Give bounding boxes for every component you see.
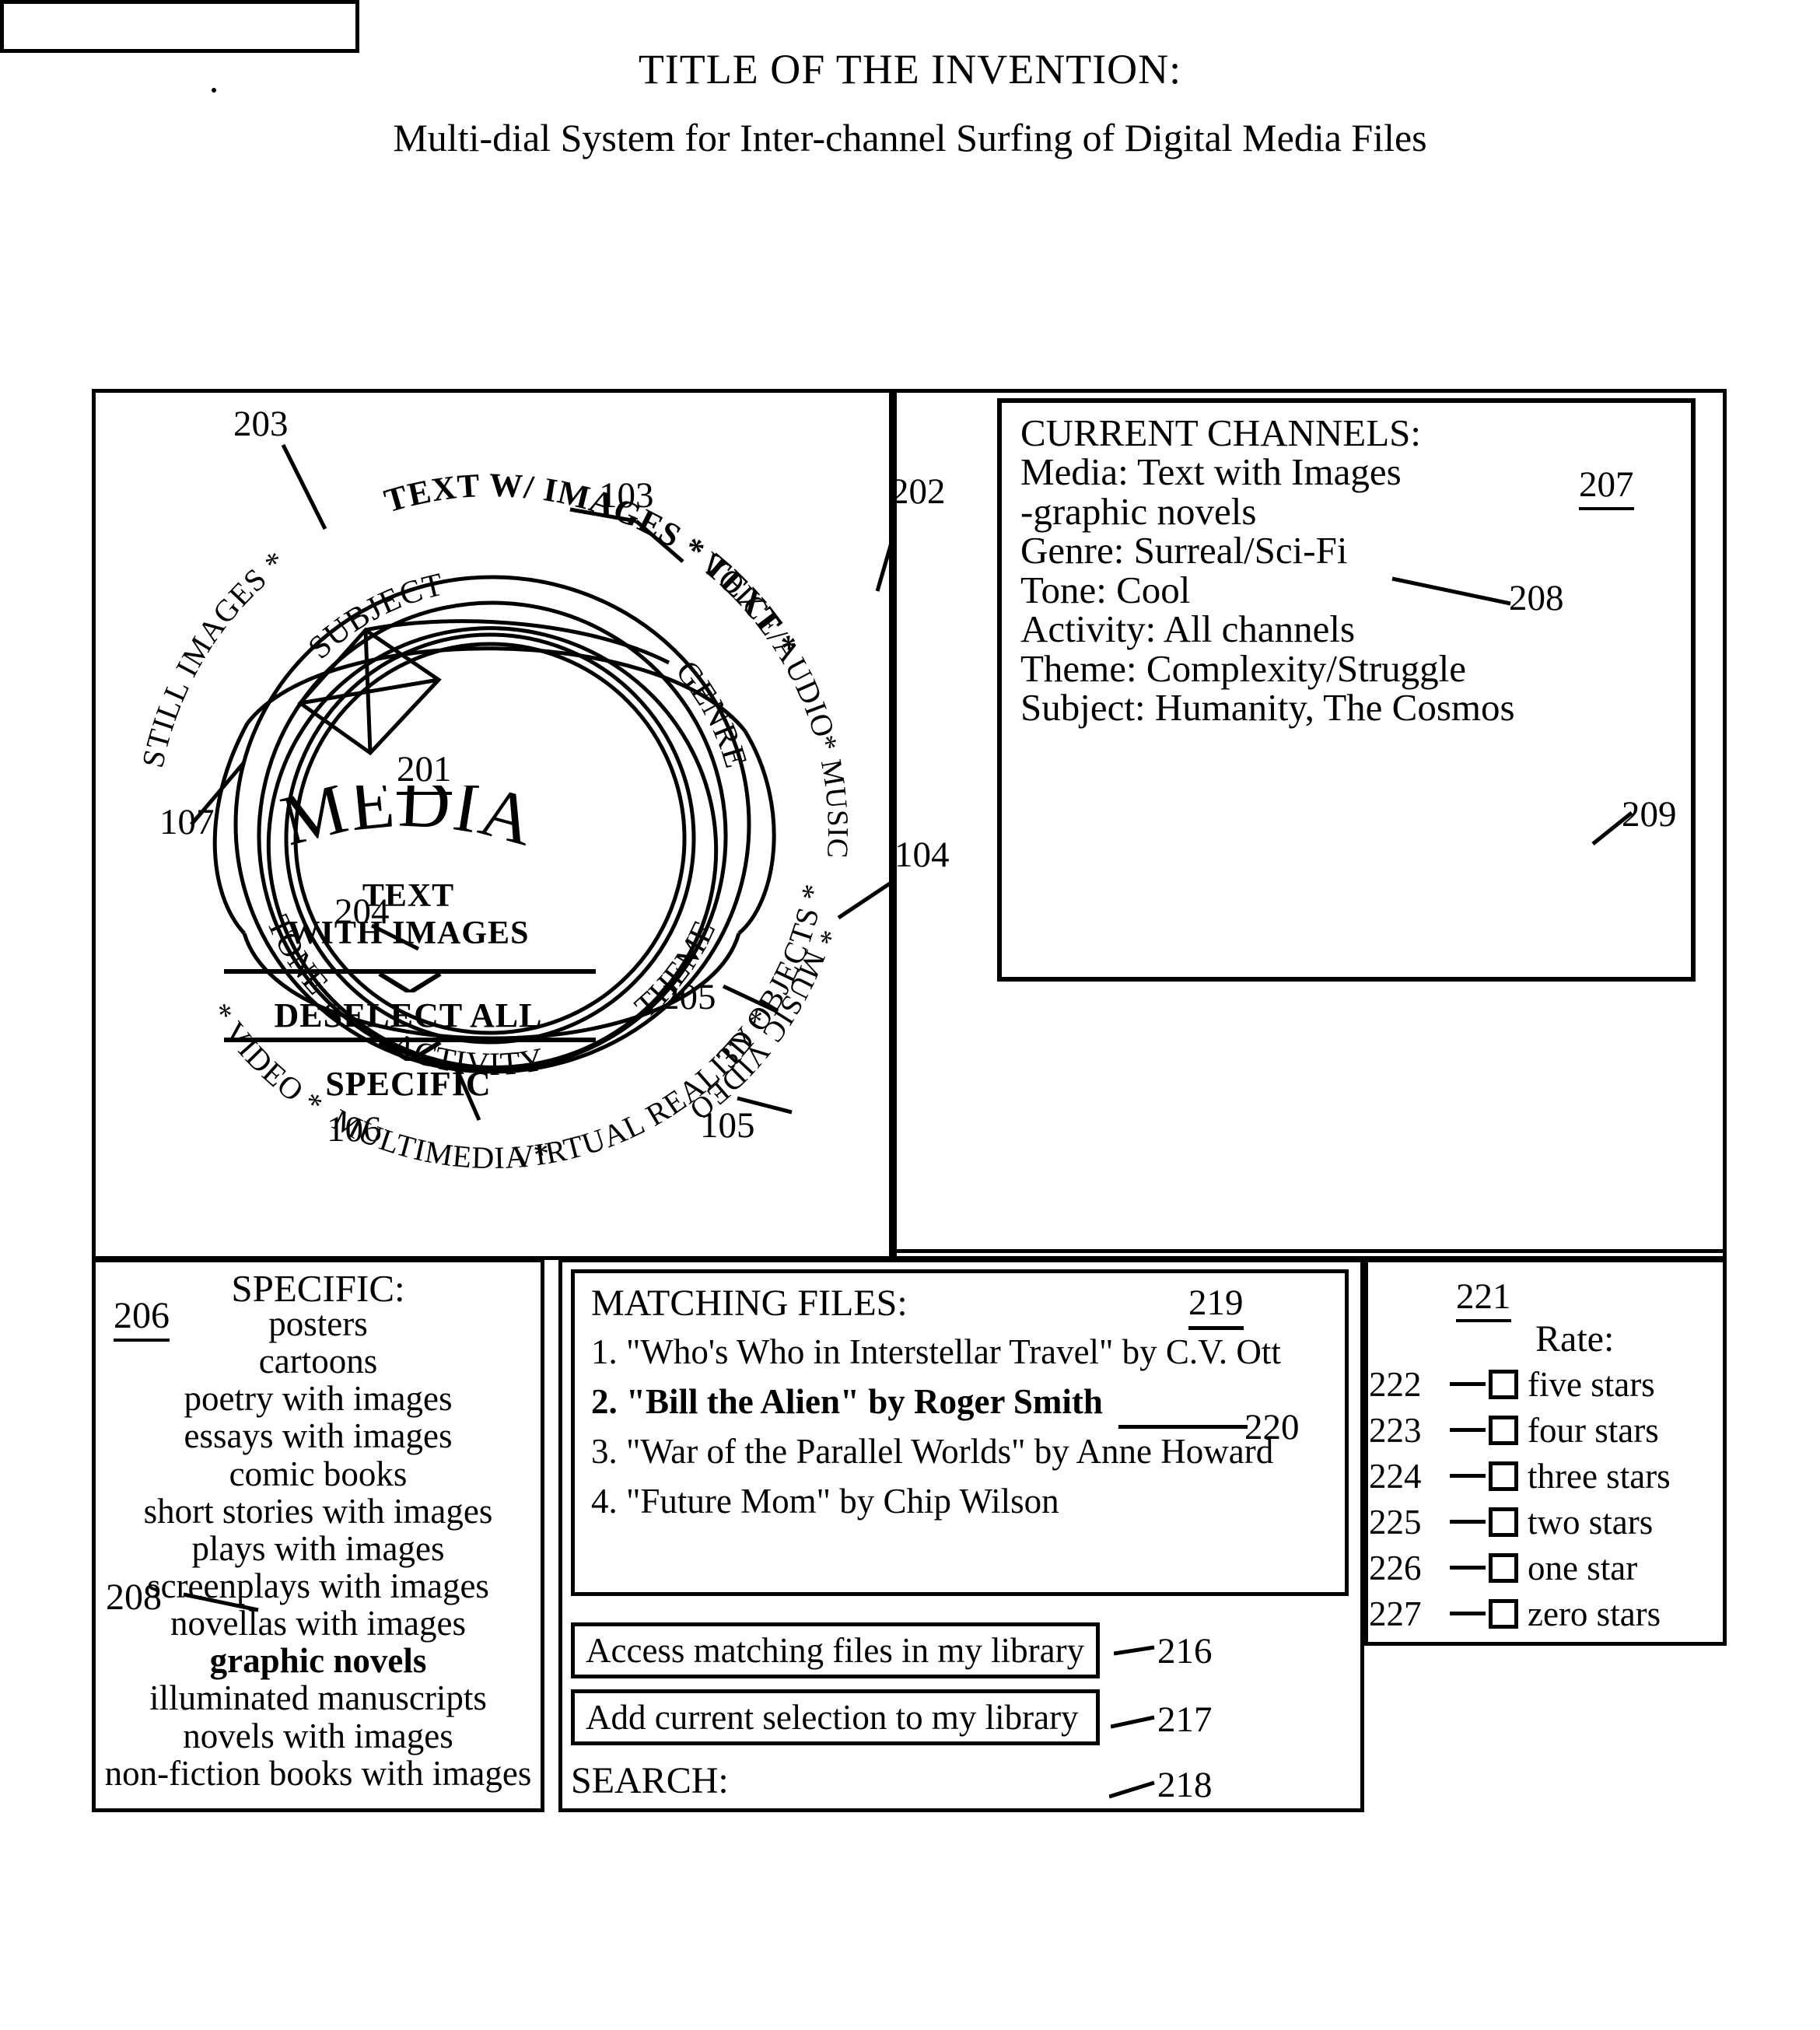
ref-217: 217 [1111, 1699, 1213, 1741]
checkbox-one-star[interactable] [1489, 1552, 1518, 1583]
rate-option-four-stars[interactable]: 223 four stars [1369, 1407, 1719, 1453]
list-item[interactable]: plays with images [92, 1530, 544, 1567]
rate-option-two-stars[interactable]: 225 two stars [1369, 1499, 1719, 1545]
checkbox-two-stars[interactable] [1489, 1507, 1518, 1537]
channel-activity[interactable]: Activity: All channels [1020, 609, 1682, 649]
dial-selection-line1: TEXT [362, 878, 455, 914]
right-column-divider [893, 1249, 1727, 1253]
channel-genre[interactable]: Genre: Surreal/Sci-Fi [1020, 530, 1682, 570]
ref-219: 219 [1188, 1282, 1244, 1330]
ref-103: 103 [599, 475, 654, 516]
ref-223: 223 [1369, 1410, 1422, 1450]
ref-105: 105 [700, 1105, 755, 1146]
list-item[interactable]: non-fiction books with images [92, 1755, 544, 1792]
page-subtitle: Multi-dial System for Inter-channel Surf… [393, 116, 1427, 159]
ref-218: 218 [1109, 1764, 1213, 1806]
list-item[interactable]: illuminated manuscripts [92, 1679, 544, 1717]
list-item[interactable]: posters [92, 1305, 544, 1342]
list-item[interactable]: essays with images [92, 1417, 544, 1454]
leader-dash-222 [1450, 1382, 1486, 1386]
channel-tone[interactable]: Tone: Cool [1020, 570, 1682, 610]
ref-222: 222 [1369, 1364, 1422, 1404]
rate-label-two-stars: two stars [1528, 1502, 1654, 1542]
rate-option-one-star[interactable]: 226 one star [1369, 1545, 1719, 1591]
access-library-button[interactable]: Access matching files in my library [571, 1622, 1100, 1678]
list-item[interactable]: 3. "War of the Parallel Worlds" by Anne … [591, 1434, 1338, 1469]
ref-205: 205 [661, 977, 716, 1017]
page-title: TITLE OF THE INVENTION: [638, 46, 1182, 93]
rate-label-three-stars: three stars [1528, 1456, 1671, 1496]
dial-separator-bottom [224, 1038, 596, 1064]
add-to-library-button[interactable]: Add current selection to my library [571, 1689, 1100, 1745]
ref-207: 207 [1579, 464, 1634, 510]
list-item[interactable]: 1. "Who's Who in Interstellar Travel" by… [591, 1335, 1338, 1370]
rate-label-five-stars: five stars [1528, 1364, 1655, 1404]
ref-216: 216 [1114, 1630, 1213, 1672]
checkbox-four-stars[interactable] [1489, 1415, 1518, 1445]
leader-line-209 [1591, 811, 1633, 845]
checkbox-zero-stars[interactable] [1489, 1598, 1518, 1629]
leader-dash-223 [1450, 1428, 1486, 1432]
search-label: SEARCH: [571, 1760, 729, 1801]
dial-deselect-all-button[interactable]: DESELECT ALL [206, 996, 611, 1035]
list-item[interactable]: novels with images [92, 1717, 544, 1754]
ref-203: 203 [233, 404, 289, 444]
list-item[interactable]: short stories with images [92, 1493, 544, 1530]
ref-106: 106 [327, 1109, 382, 1150]
leader-line-208 [1391, 576, 1511, 607]
rate-label-four-stars: four stars [1528, 1410, 1659, 1450]
list-item[interactable]: comic books [92, 1454, 544, 1492]
ref-221: 221 [1456, 1276, 1511, 1322]
rate-label-zero-stars: zero stars [1528, 1594, 1661, 1633]
ref-107: 107 [159, 802, 215, 842]
current-channels-heading: CURRENT CHANNELS: [1020, 411, 1422, 454]
ref-226: 226 [1369, 1548, 1422, 1587]
matching-files-list[interactable]: 1. "Who's Who in Interstellar Travel" by… [591, 1335, 1338, 1534]
rate-option-zero-stars[interactable]: 227 zero stars [1369, 1591, 1719, 1636]
rate-option-five-stars[interactable]: 222 five stars [1369, 1361, 1719, 1407]
rate-label-one-star: one star [1528, 1548, 1638, 1587]
list-item-selected[interactable]: 2. "Bill the Alien" by Roger Smith [591, 1384, 1338, 1419]
leader-dash-224 [1450, 1474, 1486, 1478]
checkbox-five-stars[interactable] [1489, 1369, 1518, 1399]
matching-files-heading: MATCHING FILES: [591, 1283, 908, 1324]
leader-dash-227 [1450, 1612, 1486, 1615]
svg-text:MEDIA: MEDIA [274, 786, 544, 861]
specific-list[interactable]: posters cartoons poetry with images essa… [92, 1305, 544, 1792]
checkbox-three-stars[interactable] [1489, 1461, 1518, 1491]
list-item[interactable]: 4. "Future Mom" by Chip Wilson [591, 1484, 1338, 1519]
svg-text:* MUSIC: * MUSIC [808, 732, 854, 859]
dial-separator-top [224, 969, 596, 996]
dial-selection-line2: WITH IMAGES [287, 915, 530, 951]
rate-panel-label: Rate: [1535, 1318, 1615, 1360]
ref-204: 204 [334, 891, 390, 932]
svg-text:STILL IMAGES *: STILL IMAGES * [135, 544, 292, 771]
ref-208-channels: 208 [1509, 578, 1564, 618]
ref-202: 202 [891, 471, 946, 512]
channel-theme[interactable]: Theme: Complexity/Struggle [1020, 649, 1682, 688]
list-item-selected[interactable]: graphic novels [92, 1642, 544, 1679]
ref-208-specific: 208 [106, 1577, 162, 1618]
leader-dash-226 [1450, 1566, 1486, 1570]
ref-220: 220 [1244, 1407, 1300, 1447]
dial-center-title: MEDIA [233, 761, 583, 875]
dial-specific-button[interactable]: SPECIFIC [206, 1064, 611, 1104]
ref-224: 224 [1369, 1456, 1422, 1496]
rate-options-list[interactable]: 222 five stars 223 four stars 224 three … [1369, 1361, 1719, 1636]
current-channels-text: CURRENT CHANNELS: Media: Text with Image… [1020, 411, 1682, 728]
ref-225: 225 [1369, 1502, 1422, 1542]
ref-227: 227 [1369, 1594, 1422, 1633]
ref-104: 104 [894, 835, 950, 875]
leader-dash-225 [1450, 1520, 1486, 1524]
list-item[interactable]: poetry with images [92, 1380, 544, 1417]
list-item[interactable]: cartoons [92, 1342, 544, 1380]
leader-line-220 [1118, 1425, 1248, 1429]
rate-option-three-stars[interactable]: 224 three stars [1369, 1453, 1719, 1499]
leader-line-208-specific [183, 1592, 259, 1612]
channel-subject[interactable]: Subject: Humanity, The Cosmos [1020, 688, 1682, 727]
media-word: MEDIA [274, 761, 543, 861]
